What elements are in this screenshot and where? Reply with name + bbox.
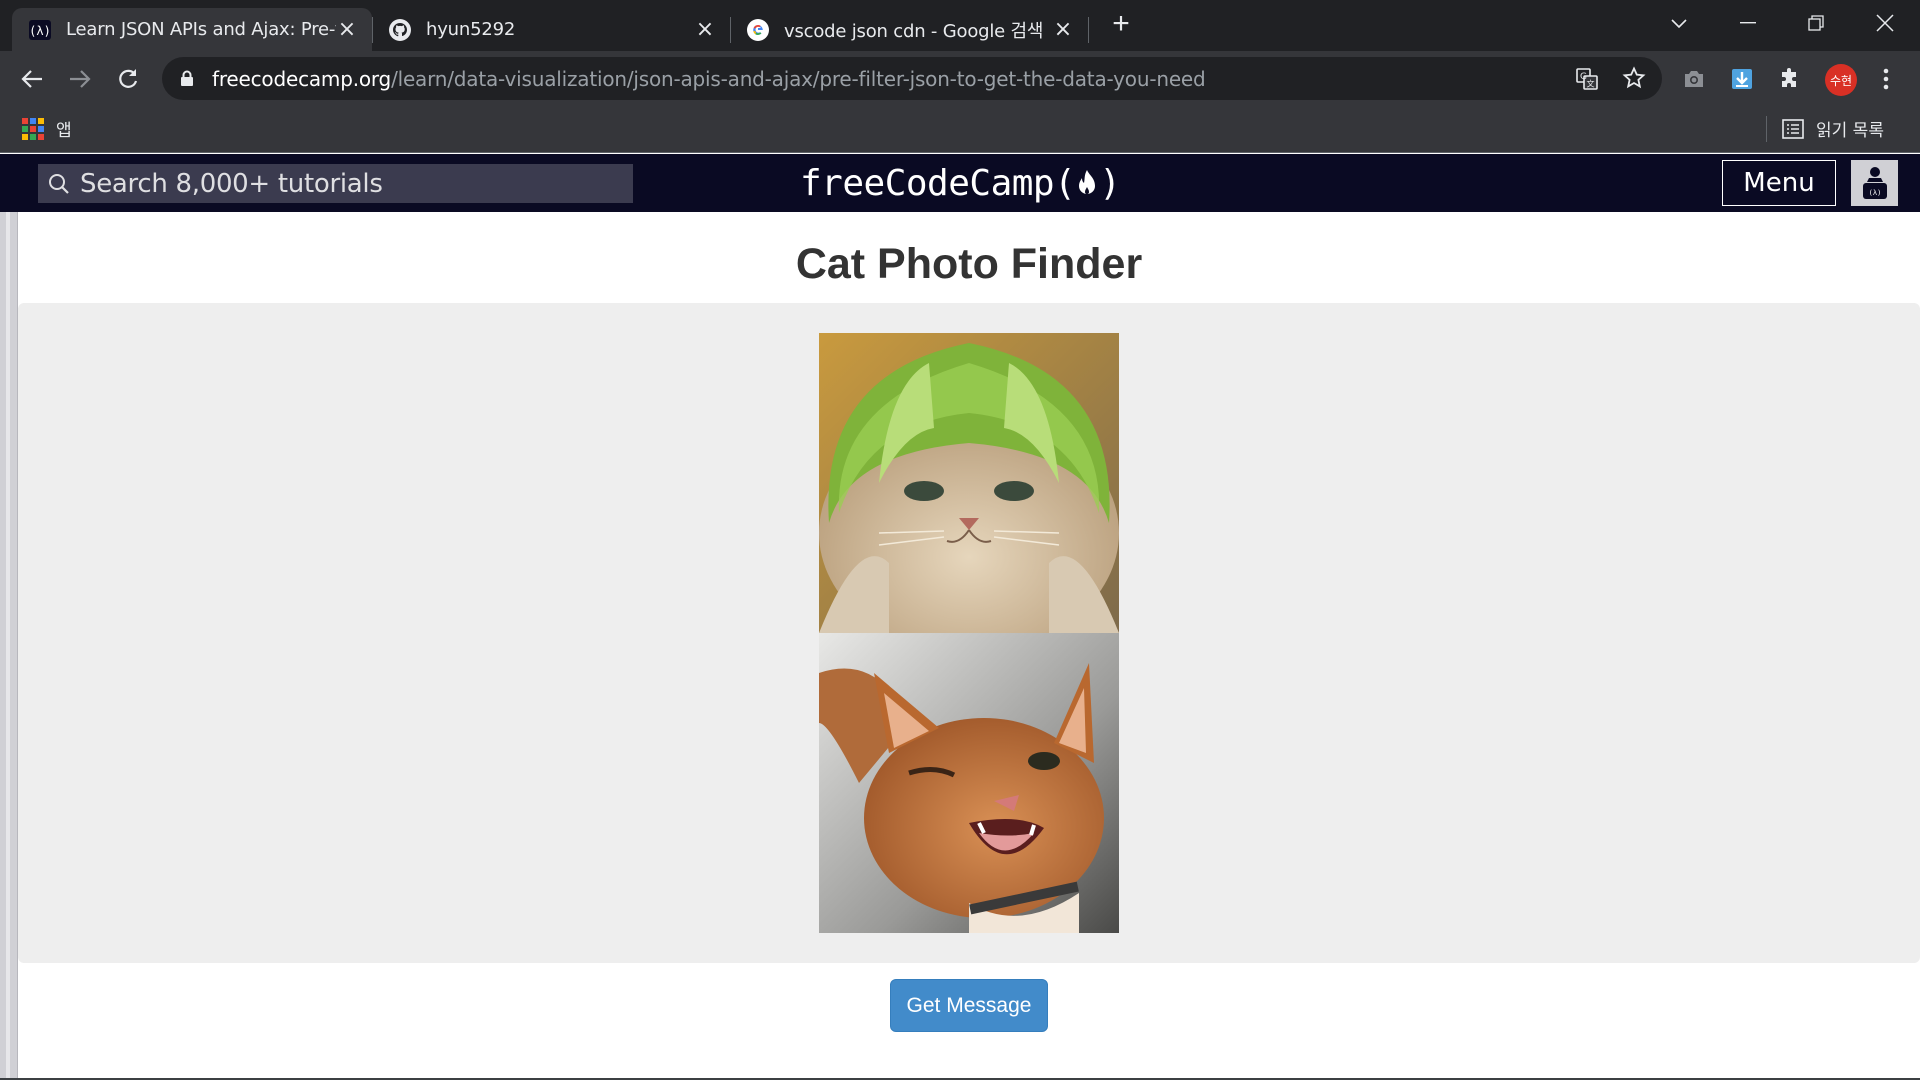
editor-gutter[interactable] — [0, 212, 18, 1080]
profile-avatar[interactable]: 수현 — [1825, 64, 1857, 96]
search-placeholder: Search 8,000+ tutorials — [80, 168, 383, 199]
reading-list-icon — [1782, 118, 1804, 139]
tab-freecodecamp[interactable]: (λ) Learn JSON APIs and Ajax: Pre-f × — [12, 8, 372, 51]
svg-text:(λ): (λ) — [1868, 189, 1881, 197]
apps-label: 앱 — [56, 121, 72, 141]
browser-tabstrip: (λ) Learn JSON APIs and Ajax: Pre-f × hy… — [0, 0, 1920, 51]
reading-list-label: 읽기 목록 — [1816, 121, 1884, 141]
bookmark-star-icon[interactable] — [1622, 66, 1646, 95]
restore-icon[interactable] — [1796, 6, 1836, 40]
browser-toolbar: freecodecamp.org/learn/data-visualizatio… — [0, 51, 1920, 106]
bookmarks-divider — [1766, 116, 1767, 142]
page-title: Cat Photo Finder — [795, 240, 1143, 288]
tab-google[interactable]: vscode json cdn - Google 검색 × — [730, 8, 1088, 51]
forward-arrow-icon[interactable] — [62, 61, 98, 97]
url-path: /learn/data-visualization/json-apis-and-… — [391, 66, 1206, 91]
translate-icon[interactable]: G文 — [1575, 67, 1599, 96]
svg-text:文: 文 — [1587, 79, 1595, 89]
fcc-logo[interactable]: freeCodeCamp( ) — [800, 160, 1121, 206]
camera-icon[interactable] — [1676, 61, 1712, 97]
logo-close: ) — [1099, 162, 1121, 204]
tab-title: vscode json cdn - Google 검색 — [784, 20, 1044, 42]
url-host: freecodecamp.org — [212, 66, 392, 91]
tab-search-chevron-down-icon[interactable] — [1659, 6, 1699, 40]
flame-icon — [1076, 168, 1098, 198]
extensions-puzzle-icon[interactable] — [1772, 61, 1808, 97]
lock-icon[interactable] — [180, 70, 194, 92]
freecodecamp-icon: (λ) — [28, 18, 52, 42]
search-icon — [48, 173, 70, 195]
google-icon — [746, 18, 770, 42]
tab-divider — [1088, 17, 1089, 43]
more-vertical-icon[interactable] — [1868, 61, 1904, 97]
get-message-button[interactable]: Get Message — [890, 979, 1048, 1032]
github-icon — [388, 18, 412, 42]
back-arrow-icon[interactable] — [14, 61, 50, 97]
minimize-icon[interactable] — [1728, 6, 1768, 40]
menu-button[interactable]: Menu — [1722, 160, 1836, 206]
close-icon[interactable]: × — [336, 17, 358, 42]
tab-github[interactable]: hyun5292 × — [372, 8, 730, 51]
user-avatar[interactable]: (λ) — [1851, 160, 1898, 206]
tab-title: hyun5292 — [426, 19, 516, 40]
new-tab-plus-icon[interactable]: + — [1108, 9, 1134, 39]
bookmarks-bar: 앱 읽기 목록 — [0, 106, 1920, 153]
fcc-navbar: Search 8,000+ tutorials freeCodeCamp( ) … — [0, 154, 1920, 212]
download-icon[interactable] — [1724, 61, 1760, 97]
close-window-icon[interactable] — [1865, 6, 1905, 40]
svg-text:(λ): (λ) — [29, 24, 51, 38]
url-text[interactable]: freecodecamp.org/learn/data-visualizatio… — [212, 67, 1206, 91]
preview-pane: Cat Photo Finder Get Message — [18, 212, 1920, 1078]
search-input[interactable]: Search 8,000+ tutorials — [38, 164, 633, 203]
address-bar[interactable]: freecodecamp.org/learn/data-visualizatio… — [162, 57, 1662, 100]
logo-text: freeCodeCamp( — [800, 162, 1076, 204]
cat-with-melon-helmet-image — [819, 333, 1119, 633]
reading-list-button[interactable]: 읽기 목록 — [1782, 116, 1884, 141]
winking-ginger-cat-image — [819, 633, 1119, 933]
close-icon[interactable]: × — [1052, 17, 1074, 42]
message-box — [18, 303, 1920, 963]
apps-bookmark[interactable]: 앱 — [22, 116, 72, 141]
tab-title: Learn JSON APIs and Ajax: Pre-f — [66, 19, 336, 40]
close-icon[interactable]: × — [694, 17, 716, 42]
reload-icon[interactable] — [110, 61, 146, 97]
apps-grid-icon — [22, 117, 44, 140]
